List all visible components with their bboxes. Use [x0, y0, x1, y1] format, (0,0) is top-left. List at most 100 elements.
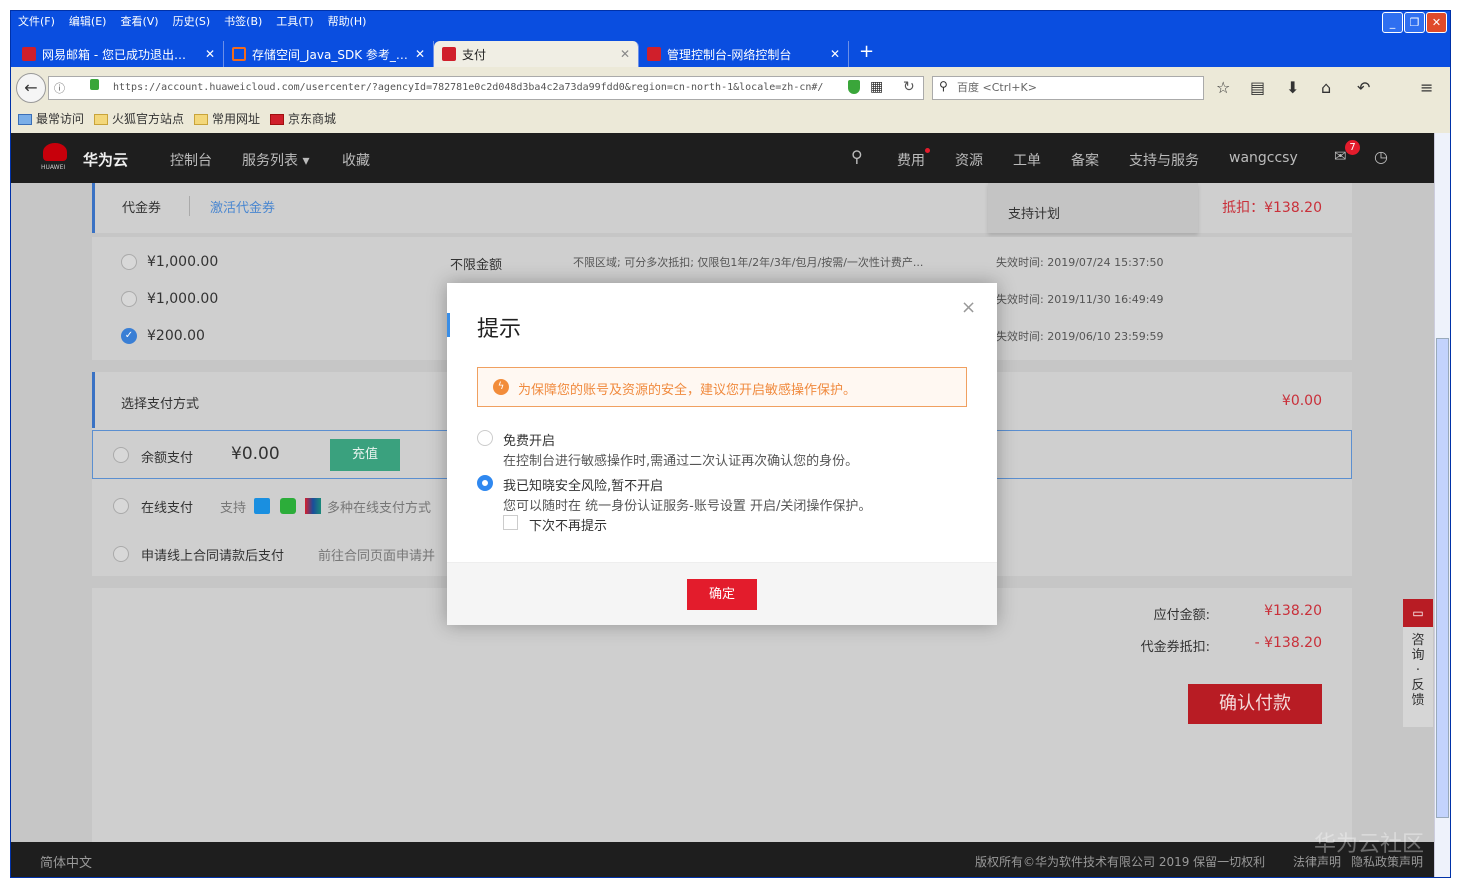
info-icon[interactable]: ⓘ — [54, 80, 65, 96]
reload-icon[interactable]: ↻ — [903, 79, 915, 95]
title-accent — [447, 313, 450, 337]
alipay-icon — [254, 498, 270, 514]
top-nav: HUAWEI 华为云 控制台 服务列表 ▾ 收藏 ⚲ 费用 资源 工单 备案 支… — [11, 133, 1434, 183]
balance-radio[interactable] — [113, 447, 129, 463]
url-bar[interactable]: https://account.huaweicloud.com/usercent… — [48, 76, 924, 100]
online-pay-radio[interactable] — [113, 498, 129, 514]
mail-favicon-icon — [22, 47, 36, 61]
online-pay-label: 在线支付 — [141, 501, 194, 516]
copyright: 版权所有©华为软件技术有限公司 2019 保留一切权利 — [975, 855, 1266, 869]
support-label: 支持 — [220, 501, 247, 516]
feedback-char: · — [1415, 663, 1421, 678]
menu-help[interactable]: 帮助(H) — [328, 13, 367, 29]
nav-filing[interactable]: 备案 — [1071, 150, 1099, 170]
search-icon[interactable]: ⚲ — [851, 147, 863, 166]
bookmark-jd[interactable]: 京东商城 — [270, 110, 336, 127]
clock-icon[interactable]: ◷ — [1374, 147, 1388, 166]
download-icon[interactable]: ⬇ — [1286, 78, 1299, 97]
nav-resources[interactable]: 资源 — [955, 150, 983, 170]
close-tab-icon[interactable]: ✕ — [205, 47, 215, 61]
recharge-button[interactable]: 充值 — [330, 439, 400, 471]
option-label[interactable]: 免费开启 — [503, 430, 555, 449]
warning-banner: ϟ 为保障您的账号及资源的安全，建议您开启敏感操作保护。 — [477, 367, 967, 407]
brand[interactable]: 华为云 — [83, 149, 128, 170]
feedback-widget[interactable]: ▭ 咨询 · 反馈 — [1403, 599, 1433, 727]
tab-sdk[interactable]: 存储空间_Java_SDK 参考_… ✕ — [224, 41, 434, 67]
tab-console[interactable]: 管理控制台-网络控制台 ✕ — [639, 41, 849, 67]
home-icon[interactable]: ⌂ — [1321, 78, 1331, 97]
scrollbar[interactable] — [1434, 133, 1450, 877]
language-selector[interactable]: 简体中文 — [40, 852, 92, 871]
user-menu[interactable]: wangccsy — [1229, 150, 1298, 166]
voucher-expiry: 失效时间: 2019/07/24 15:37:50 — [996, 256, 1164, 269]
close-tab-icon[interactable]: ✕ — [620, 47, 630, 61]
bookmarks-bar: 最常访问 火狐官方站点 常用网址 京东商城 — [18, 110, 336, 127]
feedback-char: 询 — [1411, 648, 1425, 663]
dont-remind-label[interactable]: 下次不再提示 — [529, 515, 607, 534]
payment-title: 选择支付方式 — [121, 397, 200, 412]
voucher-amount: ¥200.00 — [147, 328, 205, 344]
tab-mail[interactable]: 网易邮箱 - 您已成功退出… ✕ — [14, 41, 224, 67]
dont-remind-checkbox[interactable] — [503, 515, 518, 530]
nav-console[interactable]: 控制台 — [170, 150, 212, 170]
reading-list-icon[interactable]: ▤ — [1250, 78, 1265, 97]
nav-support[interactable]: 支持与服务 — [1129, 150, 1199, 170]
payable-label: 应付金额: — [1153, 608, 1210, 623]
online-methods: 多种在线支付方式 — [327, 501, 432, 516]
voucher-radio-1[interactable] — [121, 254, 137, 270]
back-button[interactable]: ← — [16, 73, 46, 103]
support-dropdown: 支持计划 — [988, 183, 1198, 233]
maximize-button[interactable]: ❐ — [1404, 12, 1425, 33]
ok-button[interactable]: 确定 — [687, 579, 757, 610]
chat-icon: ▭ — [1403, 599, 1433, 627]
skip-protection-radio-selected[interactable] — [477, 475, 493, 491]
new-tab-button[interactable]: + — [849, 41, 884, 67]
option-desc: 在控制台进行敏感操作时,需通过二次认证再次确认您的身份。 — [503, 454, 859, 469]
menu-history[interactable]: 历史(S) — [173, 13, 211, 29]
search-box[interactable]: 百度 <Ctrl+K> — [932, 76, 1204, 100]
menu-bookmarks[interactable]: 书签(B) — [224, 13, 262, 29]
dropdown-support-plan[interactable]: 支持计划 — [1008, 203, 1060, 222]
huawei-logo-icon[interactable] — [43, 143, 67, 161]
voucher-expiry: 失效时间: 2019/11/30 16:49:49 — [996, 293, 1164, 306]
bookmark-star-icon[interactable]: ☆ — [1216, 78, 1230, 97]
nav-services[interactable]: 服务列表 ▾ — [242, 150, 309, 170]
bookmark-most-visited[interactable]: 最常访问 — [18, 110, 84, 127]
bookmark-firefox[interactable]: 火狐官方站点 — [94, 110, 184, 127]
voucher-radio-3-checked[interactable]: ✓ — [121, 328, 137, 344]
bookmark-common[interactable]: 常用网址 — [194, 110, 260, 127]
balance-value: ¥0.00 — [231, 444, 280, 464]
menu-view[interactable]: 查看(V) — [120, 13, 158, 29]
menu-edit[interactable]: 编辑(E) — [69, 13, 107, 29]
lock-icon — [90, 79, 99, 90]
nav-billing[interactable]: 费用 — [897, 150, 925, 170]
qr-code-icon[interactable]: ▦ — [870, 79, 883, 95]
close-window-button[interactable]: ✕ — [1426, 12, 1447, 33]
dialog-footer: 确定 — [447, 562, 997, 625]
enable-protection-radio[interactable] — [477, 430, 493, 446]
huawei-favicon-icon — [647, 47, 661, 61]
voucher-desc: 不限区域; 可分多次抵扣; 仅限包1年/2年/3年/包月/按需/一次性计费产..… — [573, 256, 924, 269]
menu-tools[interactable]: 工具(T) — [276, 13, 313, 29]
voucher-deduct-label: 代金券抵扣: — [1140, 640, 1210, 655]
confirm-payment-button[interactable]: 确认付款 — [1188, 684, 1322, 724]
contract-pay-radio[interactable] — [113, 546, 129, 562]
voucher-title: 代金券 — [122, 201, 162, 216]
close-tab-icon[interactable]: ✕ — [415, 47, 425, 61]
menu-file[interactable]: 文件(F) — [18, 13, 55, 29]
close-dialog-button[interactable]: × — [961, 297, 976, 318]
tab-strip: 网易邮箱 - 您已成功退出… ✕ 存储空间_Java_SDK 参考_… ✕ 支付 ✕ … — [14, 40, 884, 67]
activate-voucher-link[interactable]: 激活代金券 — [210, 197, 275, 216]
close-tab-icon[interactable]: ✕ — [830, 47, 840, 61]
scrollbar-thumb[interactable] — [1436, 338, 1449, 818]
shield-icon[interactable] — [848, 80, 860, 94]
voucher-radio-2[interactable] — [121, 291, 137, 307]
search-icon: ⚲ — [939, 79, 948, 93]
nav-tickets[interactable]: 工单 — [1013, 150, 1041, 170]
nav-favorites[interactable]: 收藏 — [342, 150, 370, 170]
minimize-button[interactable]: _ — [1382, 12, 1403, 33]
hamburger-menu-icon[interactable]: ≡ — [1420, 78, 1433, 97]
undo-icon[interactable]: ↶ — [1357, 78, 1370, 97]
option-label[interactable]: 我已知晓安全风险,暂不开启 — [503, 475, 663, 494]
tab-pay[interactable]: 支付 ✕ — [434, 41, 639, 67]
